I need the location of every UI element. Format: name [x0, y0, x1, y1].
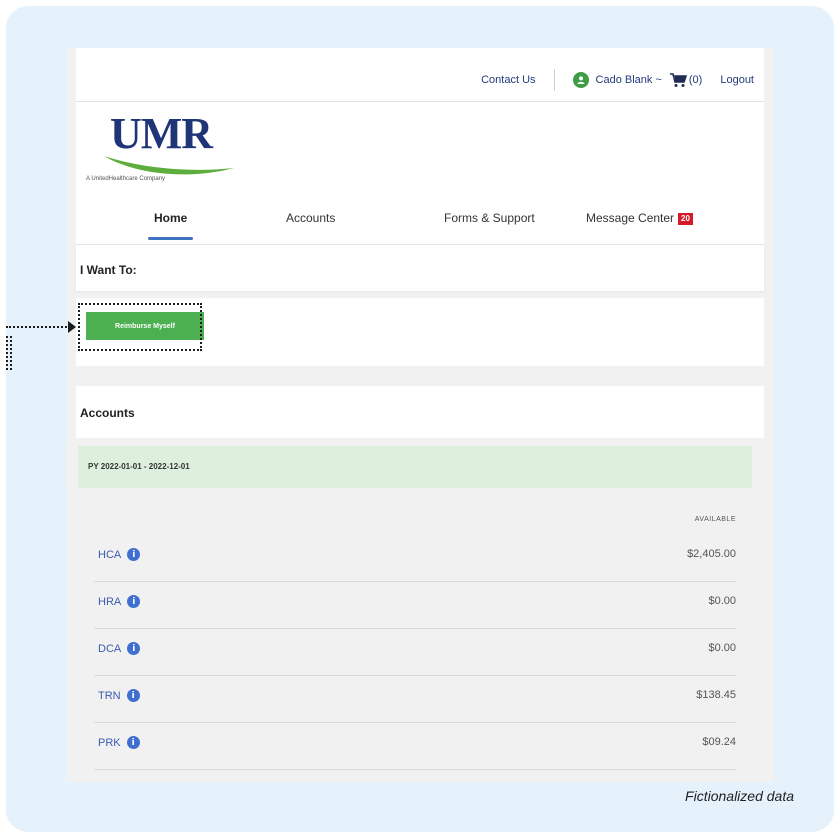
quick-actions-card: Reimburse Myself — [76, 298, 764, 366]
nav-tab-forms-support[interactable]: Forms & Support — [444, 208, 535, 240]
logo-tagline: A UnitedHealthcare Company — [86, 176, 166, 182]
account-name-link[interactable]: DCA i — [98, 642, 141, 655]
callout-line — [6, 326, 70, 328]
callout-arrow-icon — [68, 321, 76, 333]
account-available: $0.00 — [708, 595, 736, 607]
logo-swoosh-icon — [104, 156, 234, 175]
accounts-table: AVAILABLE HCA i $2,405.00 HRA i $0.00 DCA i… — [78, 488, 752, 782]
message-count-badge: 20 — [678, 213, 693, 225]
plan-year-header: PY 2022-01-01 - 2022-12-01 — [78, 446, 752, 489]
utility-bar: Contact Us Cado Blank ~ (0) Logout — [481, 69, 754, 91]
info-icon[interactable]: i — [126, 689, 140, 702]
info-icon[interactable]: i — [127, 595, 141, 608]
header-divider — [76, 101, 764, 102]
frame-background: Contact Us Cado Blank ~ (0) Logout UMR A… — [6, 6, 834, 832]
utility-divider — [553, 69, 555, 91]
cart-count[interactable]: (0) — [689, 74, 702, 86]
main-nav: Home Accounts Forms & Support Message Ce… — [76, 208, 764, 240]
account-row: HRA i $0.00 — [94, 581, 736, 629]
available-column-header: AVAILABLE — [694, 516, 736, 523]
account-name-link[interactable]: PRK i — [98, 736, 140, 749]
info-icon[interactable]: i — [127, 548, 141, 561]
logout-link[interactable]: Logout — [720, 74, 754, 86]
account-available: $2,405.00 — [687, 548, 736, 560]
i-want-to-section: I Want To: — [76, 244, 764, 291]
contact-us-link[interactable]: Contact Us — [481, 74, 535, 86]
fictionalized-data-note: Fictionalized data — [685, 788, 794, 804]
app-screen: Contact Us Cado Blank ~ (0) Logout UMR A… — [66, 48, 774, 782]
callout-bracket — [6, 336, 12, 370]
account-available: $0.00 — [708, 642, 736, 654]
account-name-link[interactable]: HRA i — [98, 595, 141, 608]
cart-icon[interactable] — [669, 72, 687, 88]
i-want-to-heading: I Want To: — [80, 263, 137, 277]
info-icon[interactable]: i — [126, 736, 140, 749]
nav-tab-home[interactable]: Home — [147, 208, 194, 240]
account-row: PRK i $09.24 — [94, 722, 736, 770]
user-icon — [572, 72, 589, 88]
accounts-heading: Accounts — [80, 406, 135, 420]
account-available: $138.45 — [696, 689, 736, 701]
account-name-link[interactable]: TRN i — [98, 689, 140, 702]
user-menu[interactable]: Cado Blank ~ — [596, 74, 662, 86]
reimburse-myself-button[interactable]: Reimburse Myself — [86, 312, 204, 340]
account-row: DCA i $0.00 — [94, 628, 736, 676]
nav-tab-accounts[interactable]: Accounts — [286, 208, 335, 240]
umr-logo[interactable]: UMR A UnitedHealthcare Company — [82, 110, 242, 190]
account-row: HCA i $2,405.00 — [94, 534, 736, 582]
account-name-link[interactable]: HCA i — [98, 548, 141, 561]
info-icon[interactable]: i — [127, 642, 141, 655]
accounts-section: Accounts — [76, 386, 764, 438]
nav-tab-message-center[interactable]: Message Center 20 — [586, 208, 693, 240]
account-row: TRN i $138.45 — [94, 675, 736, 723]
plan-year-label: PY 2022-01-01 - 2022-12-01 — [88, 462, 190, 471]
account-available: $09.24 — [702, 736, 736, 748]
